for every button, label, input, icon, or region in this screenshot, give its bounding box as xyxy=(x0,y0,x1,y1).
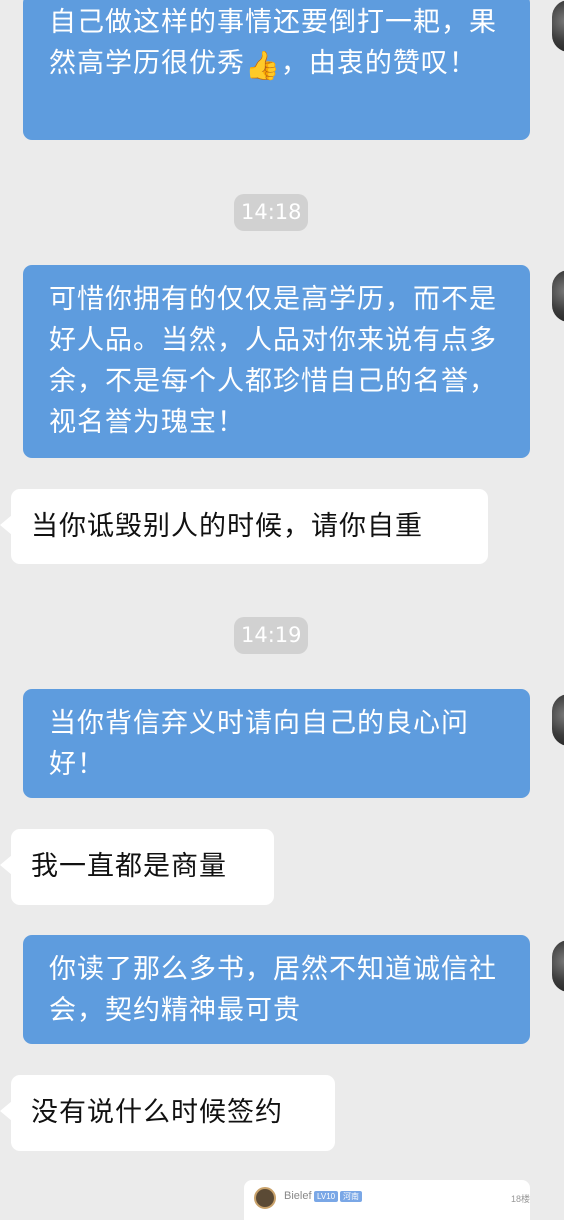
avatar[interactable] xyxy=(552,0,564,52)
message-text: 可惜你拥有的仅仅是高学历，而不是好人品。当然，人品对你来说有点多余，不是每个人都… xyxy=(49,284,497,438)
bubble-tail xyxy=(0,855,12,875)
outgoing-message-bubble[interactable]: 自己做这样的事情还要倒打一耙，果然高学历很优秀👍，由衷的赞叹！ xyxy=(23,0,530,140)
level-badge: LV10 xyxy=(314,1191,339,1202)
outgoing-message-bubble[interactable]: 你读了那么多书，居然不知道诚信社会，契约精神最可贵 xyxy=(23,935,530,1044)
floor-count: 18楼 xyxy=(510,1194,530,1204)
thumbs-up-emoji-icon: 👍 xyxy=(245,49,281,82)
bottom-post-card[interactable]: Bielef LV10 河南 18楼 xyxy=(244,1180,530,1220)
message-text: 当你诋毁别人的时候，请你自重 xyxy=(31,511,423,542)
message-text: 自己做这样的事情还要倒打一耙，果然高学历很优秀👍，由衷的赞叹！ xyxy=(49,7,497,82)
message-text: 你读了那么多书，居然不知道诚信社会，契约精神最可贵 xyxy=(49,954,497,1026)
message-text: 没有说什么时候签约 xyxy=(31,1097,283,1128)
avatar[interactable] xyxy=(552,940,564,992)
outgoing-message-bubble[interactable]: 可惜你拥有的仅仅是高学历，而不是好人品。当然，人品对你来说有点多余，不是每个人都… xyxy=(23,265,530,458)
incoming-message-bubble[interactable]: 当你诋毁别人的时候，请你自重 xyxy=(0,489,488,564)
incoming-message-bubble[interactable]: 我一直都是商量 xyxy=(0,829,274,905)
timestamp: 14:19 xyxy=(234,617,308,654)
incoming-message-bubble[interactable]: 没有说什么时候签约 xyxy=(0,1075,335,1151)
location-badge: 河南 xyxy=(340,1191,362,1202)
username[interactable]: Bielef xyxy=(284,1190,312,1202)
bubble-tail xyxy=(0,1101,12,1121)
outgoing-message-bubble[interactable]: 当你背信弃义时请向自己的良心问好！ xyxy=(23,689,530,798)
chat-screen: { "messages": [ {"type": "out", "text": … xyxy=(0,0,564,1220)
timestamp: 14:18 xyxy=(234,194,308,231)
bubble-tail xyxy=(0,515,12,535)
message-text: 当你背信弃义时请向自己的良心问好！ xyxy=(49,708,469,780)
message-text: 我一直都是商量 xyxy=(31,851,227,882)
avatar[interactable] xyxy=(552,694,564,746)
avatar[interactable] xyxy=(552,270,564,322)
